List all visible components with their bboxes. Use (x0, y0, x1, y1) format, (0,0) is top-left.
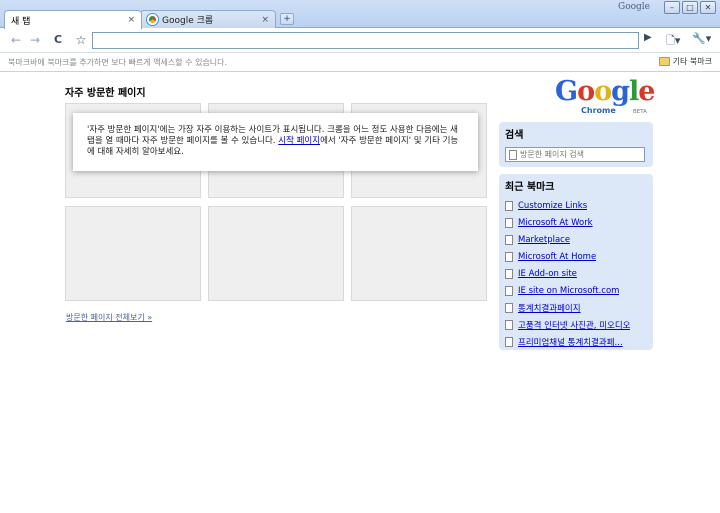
new-tab-button[interactable]: + (280, 13, 294, 25)
page-icon (505, 217, 513, 228)
bookmark-link[interactable]: IE site on Microsoft.com (518, 286, 619, 296)
most-visited-thumbnail[interactable] (208, 206, 344, 301)
window-controls: – □ ✕ (664, 1, 716, 14)
forward-button[interactable]: → (27, 32, 43, 48)
page-icon (505, 336, 513, 347)
bookmark-link[interactable]: 고품격 인터넷 사진관, 미오디오 (518, 319, 630, 331)
page-icon (505, 200, 513, 211)
bookmark-link[interactable]: Marketplace (518, 235, 570, 245)
show-all-history-link[interactable]: 방문한 페이지 전체보기 » (66, 312, 152, 323)
search-panel: 검색 (499, 122, 653, 167)
bookmark-link[interactable]: Customize Links (518, 201, 587, 211)
new-tab-page: 자주 방문한 페이지 '자주 방문한 페이지'에는 가장 자주 이용하는 사이트… (0, 73, 720, 513)
bookmark-link[interactable]: 통계치결과페이지 (518, 302, 581, 314)
page-icon (505, 251, 513, 262)
bookmark-link[interactable]: 프리미엄채널 통계치결과페... (518, 336, 623, 348)
tab-close-icon[interactable]: × (261, 15, 269, 25)
address-bar[interactable] (92, 32, 639, 49)
recent-bookmarks-panel: 최근 북마크 Customize Links Microsoft At Work… (499, 174, 653, 350)
start-page-link[interactable]: 시작 페이지 (278, 136, 320, 146)
list-item: 통계치결과페이지 (505, 299, 647, 316)
history-search-box[interactable] (505, 147, 645, 162)
bookmark-bar-hint: 북마크바에 북마크를 추가하면 보다 빠르게 액세스할 수 있습니다. (8, 58, 228, 67)
list-item: 프리미엄채널 통계치결과페... (505, 333, 647, 350)
history-search-input[interactable] (520, 150, 640, 159)
most-visited-thumbnail[interactable] (351, 206, 487, 301)
page-menu-icon[interactable]: 🗋▾ (666, 32, 680, 51)
go-button[interactable]: ▶ (644, 32, 652, 43)
bookmark-bar: 북마크바에 북마크를 추가하면 보다 빠르게 액세스할 수 있습니다. 기타 북… (0, 53, 720, 72)
other-bookmarks-button[interactable]: 기타 북마크 (658, 56, 712, 67)
most-visited-info-popup: '자주 방문한 페이지'에는 가장 자주 이용하는 사이트가 표시됩니다. 크롬… (73, 113, 478, 171)
wrench-menu-icon[interactable]: 🔧▾ (692, 32, 711, 45)
close-window-button[interactable]: ✕ (700, 1, 716, 14)
back-button[interactable]: ← (8, 32, 24, 48)
most-visited-thumbnail[interactable] (65, 206, 201, 301)
page-icon (509, 149, 517, 160)
tab-new-tab[interactable]: 새 탭 × (4, 10, 142, 29)
bookmark-link[interactable]: Microsoft At Work (518, 218, 593, 228)
list-item: Microsoft At Home (505, 248, 647, 265)
google-chrome-logo: Google Chrome BETA (555, 78, 659, 118)
tab-close-icon[interactable]: × (127, 15, 135, 25)
bookmark-link[interactable]: IE Add-on site (518, 269, 577, 279)
recent-bookmarks-list: Customize Links Microsoft At Work Market… (505, 197, 647, 350)
tab-title: 새 탭 (11, 16, 31, 27)
chrome-favicon-icon (147, 14, 158, 25)
list-item: 고품격 인터넷 사진관, 미오디오 (505, 316, 647, 333)
page-icon (505, 319, 513, 330)
google-wordmark: Google (555, 76, 655, 107)
reload-button[interactable]: C (50, 32, 66, 48)
minimize-button[interactable]: – (664, 1, 680, 14)
bookmark-link[interactable]: Microsoft At Home (518, 252, 596, 262)
maximize-button[interactable]: □ (682, 1, 698, 14)
page-icon (505, 234, 513, 245)
beta-badge: BETA (633, 109, 647, 115)
tab-title: Google 크롬 (162, 16, 214, 26)
star-bookmark-icon[interactable]: ☆ (73, 32, 89, 48)
list-item: Marketplace (505, 231, 647, 248)
window-brand: Google (618, 2, 650, 12)
folder-icon (658, 57, 670, 66)
search-title: 검색 (505, 130, 524, 141)
chrome-product-label: Chrome (581, 106, 616, 115)
list-item: IE Add-on site (505, 265, 647, 282)
page-icon (505, 302, 513, 313)
list-item: Customize Links (505, 197, 647, 214)
list-item: Microsoft At Work (505, 214, 647, 231)
toolbar: ← → C ☆ ▶ 🗋▾ 🔧▾ (0, 28, 720, 53)
tab-google-chrome[interactable]: Google 크롬 × (140, 10, 276, 28)
page-icon (505, 268, 513, 279)
other-bookmarks-label: 기타 북마크 (672, 57, 712, 66)
page-icon (505, 285, 513, 296)
most-visited-title: 자주 방문한 페이지 (65, 88, 146, 99)
recent-bookmarks-title: 최근 북마크 (505, 182, 555, 193)
list-item: IE site on Microsoft.com (505, 282, 647, 299)
